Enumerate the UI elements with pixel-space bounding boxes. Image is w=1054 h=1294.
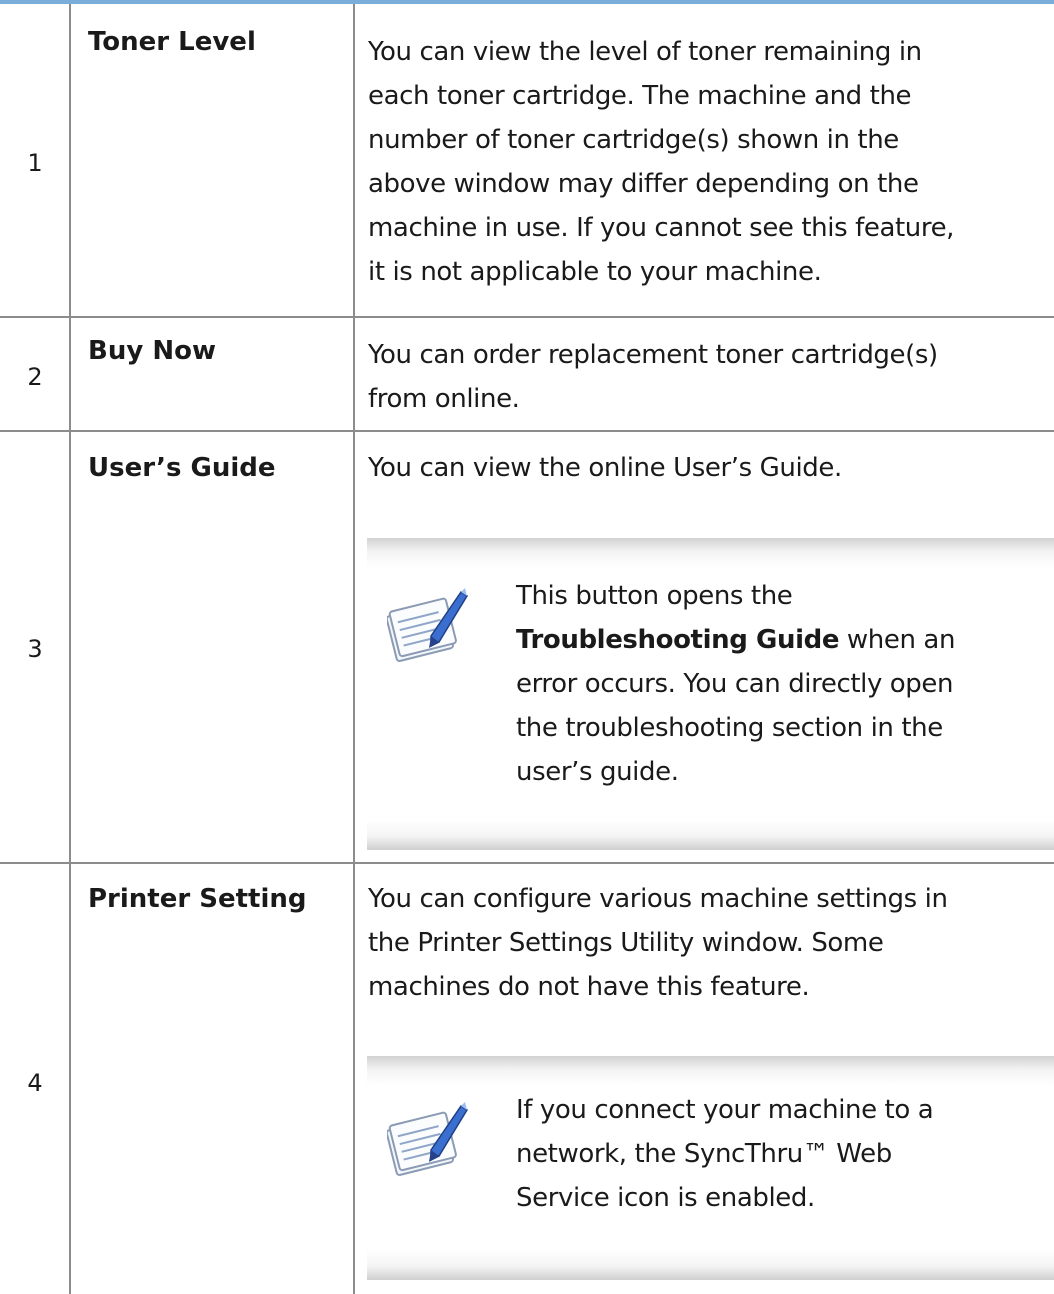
description-line: above window may differ depending on the (368, 169, 919, 199)
feature-name: Toner Level (88, 27, 256, 57)
row-number: 2 (27, 363, 43, 391)
note-line: user’s guide. (516, 757, 679, 787)
note-line: If you connect your machine to a (516, 1095, 934, 1125)
column-divider-right (353, 4, 355, 1294)
table-top-border (0, 0, 1054, 4)
note-line: This button opens the (516, 581, 793, 611)
description-line: it is not applicable to your machine. (368, 257, 822, 287)
note-pen-icon (387, 1098, 469, 1176)
note-line: Troubleshooting Guide when an (516, 618, 1046, 662)
description-line: You can configure various machine settin… (368, 884, 948, 914)
note-line: error occurs. You can directly open (516, 669, 954, 699)
note-pen-icon (387, 584, 469, 662)
description-line: each toner cartridge. The machine and th… (368, 81, 912, 111)
feature-name: Buy Now (88, 336, 216, 366)
note-line-rest: when an (839, 625, 956, 655)
note-bold-term: Troubleshooting Guide (516, 625, 840, 655)
row-number: 4 (27, 1069, 43, 1097)
description-line: You can view the online User’s Guide. (368, 453, 842, 483)
feature-name: Printer Setting (88, 884, 307, 914)
note-box: This button opens the Troubleshooting Gu… (367, 538, 1054, 850)
row-number: 3 (27, 635, 43, 663)
description-line: You can order replacement toner cartridg… (368, 340, 938, 370)
description-line: machine in use. If you cannot see this f… (368, 213, 955, 243)
note-line: the troubleshooting section in the (516, 713, 943, 743)
feature-name: User’s Guide (88, 453, 276, 483)
row-number: 1 (27, 149, 43, 177)
description-line: You can view the level of toner remainin… (368, 37, 922, 67)
description-line: from online. (368, 384, 520, 414)
note-line: Service icon is enabled. (516, 1183, 815, 1213)
description-line: machines do not have this feature. (368, 972, 810, 1002)
description-line: number of toner cartridge(s) shown in th… (368, 125, 899, 155)
note-box: If you connect your machine to a network… (367, 1056, 1054, 1280)
row-divider (0, 430, 1054, 432)
description-line: the Printer Settings Utility window. Som… (368, 928, 884, 958)
row-divider (0, 316, 1054, 318)
row-divider (0, 862, 1054, 864)
note-line: network, the SyncThru™ Web (516, 1139, 892, 1169)
